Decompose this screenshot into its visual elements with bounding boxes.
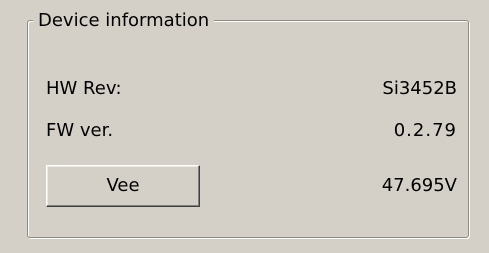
fw-ver-value: 0.2.79 — [393, 120, 457, 141]
vee-button[interactable]: Vee — [46, 165, 200, 207]
vee-value: 47.695V — [381, 175, 457, 196]
fw-ver-label: FW ver. — [46, 120, 114, 141]
hw-rev-label: HW Rev: — [46, 78, 122, 99]
device-information-title: Device information — [33, 9, 215, 33]
hw-rev-value: Si3452B — [382, 78, 457, 99]
